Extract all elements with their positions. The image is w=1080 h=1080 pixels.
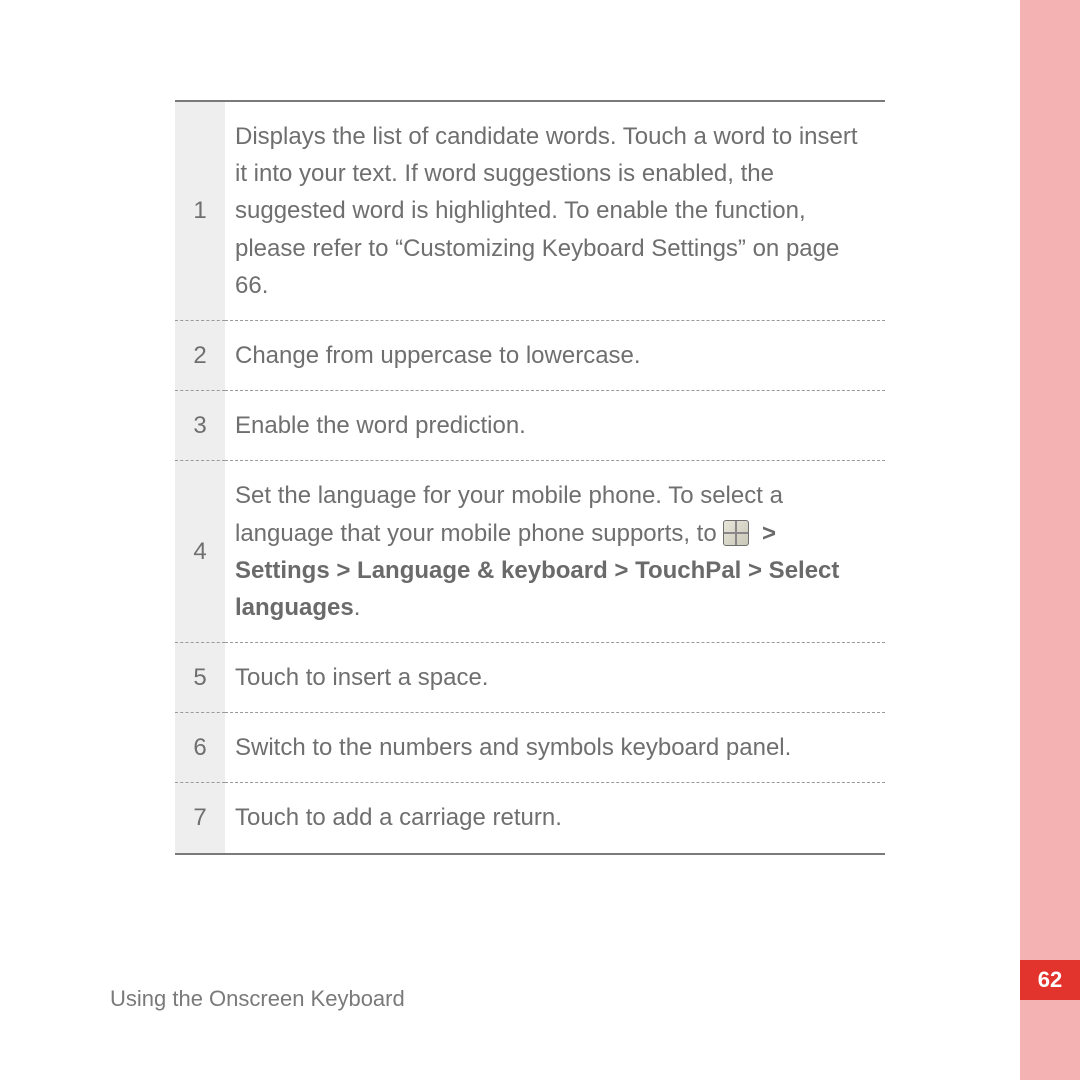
row-description: Displays the list of candidate words. To… <box>225 101 885 320</box>
page-number-tab: 62 <box>1020 960 1080 1000</box>
row-description: Touch to insert a space. <box>225 643 885 713</box>
row-description: Set the language for your mobile phone. … <box>225 461 885 643</box>
row-number: 1 <box>175 101 225 320</box>
row-description: Touch to add a carriage return. <box>225 783 885 854</box>
table-row: 2 Change from uppercase to lowercase. <box>175 320 885 390</box>
row-number: 6 <box>175 713 225 783</box>
row-desc-suffix: . <box>354 594 361 621</box>
side-accent-bar: 62 <box>1020 0 1080 1080</box>
apps-grid-icon <box>723 520 749 546</box>
row-number: 2 <box>175 320 225 390</box>
table-row: 1 Displays the list of candidate words. … <box>175 101 885 320</box>
keyboard-legend-table: 1 Displays the list of candidate words. … <box>175 100 885 855</box>
table-row: 3 Enable the word prediction. <box>175 391 885 461</box>
row-description: Change from uppercase to lowercase. <box>225 320 885 390</box>
table-row: 7 Touch to add a carriage return. <box>175 783 885 854</box>
row-number: 3 <box>175 391 225 461</box>
table-row: 4 Set the language for your mobile phone… <box>175 461 885 643</box>
row-desc-prefix: Set the language for your mobile phone. … <box>235 482 783 546</box>
table-row: 5 Touch to insert a space. <box>175 643 885 713</box>
table-row: 6 Switch to the numbers and symbols keyb… <box>175 713 885 783</box>
row-number: 5 <box>175 643 225 713</box>
row-description: Switch to the numbers and symbols keyboa… <box>225 713 885 783</box>
row-number: 7 <box>175 783 225 854</box>
footer-text: Using the Onscreen Keyboard <box>110 986 405 1011</box>
row-description: Enable the word prediction. <box>225 391 885 461</box>
page-number: 62 <box>1038 967 1062 993</box>
section-footer: Using the Onscreen Keyboard <box>110 986 405 1012</box>
row-number: 4 <box>175 461 225 643</box>
